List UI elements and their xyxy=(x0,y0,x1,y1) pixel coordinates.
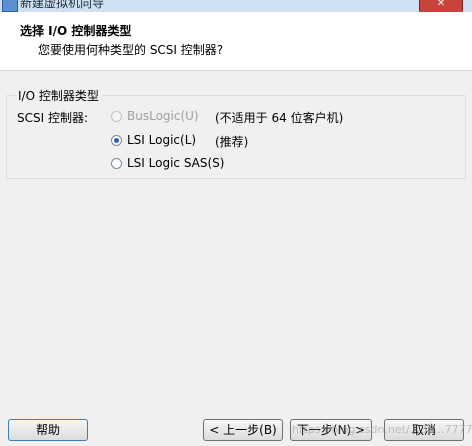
lsi-logic-label: LSI Logic(L) xyxy=(127,133,197,147)
lsi-logic-radio[interactable] xyxy=(111,135,122,146)
group-legend: I/O 控制器类型 xyxy=(15,87,102,104)
help-button[interactable]: 帮助 xyxy=(8,419,88,441)
page-subtitle: 您要使用何种类型的 SCSI 控制器? xyxy=(38,43,224,57)
lsi-logic-note: (推荐) xyxy=(215,135,249,149)
wizard-content: I/O 控制器类型 SCSI 控制器: BusLogic(U) (不适用于 64… xyxy=(0,71,472,446)
lsi-logic-sas-radio[interactable] xyxy=(111,158,122,169)
page-title: 选择 I/O 控制器类型 xyxy=(20,24,132,38)
close-icon: ✕ xyxy=(436,0,446,9)
close-button[interactable]: ✕ xyxy=(419,0,463,12)
wizard-header: 选择 I/O 控制器类型 您要使用何种类型的 SCSI 控制器? xyxy=(0,12,472,71)
buslogic-radio[interactable] xyxy=(111,111,122,122)
controller-type-group: I/O 控制器类型 SCSI 控制器: BusLogic(U) (不适用于 64… xyxy=(6,87,466,179)
buslogic-note: (不适用于 64 位客户机) xyxy=(215,111,344,125)
watermark: https://blog.csdn.net/...36...7777 xyxy=(292,423,472,436)
scsi-controller-label: SCSI 控制器: xyxy=(17,111,89,125)
buslogic-label: BusLogic(U) xyxy=(127,109,199,123)
back-button[interactable]: < 上一步(B) xyxy=(203,419,283,441)
vm-wizard-icon xyxy=(2,0,18,12)
lsi-logic-sas-label: LSI Logic SAS(S) xyxy=(127,156,225,170)
title-bar: 新建虚拟机向导 ✕ xyxy=(0,0,472,12)
window-title: 新建虚拟机向导 xyxy=(20,0,105,10)
